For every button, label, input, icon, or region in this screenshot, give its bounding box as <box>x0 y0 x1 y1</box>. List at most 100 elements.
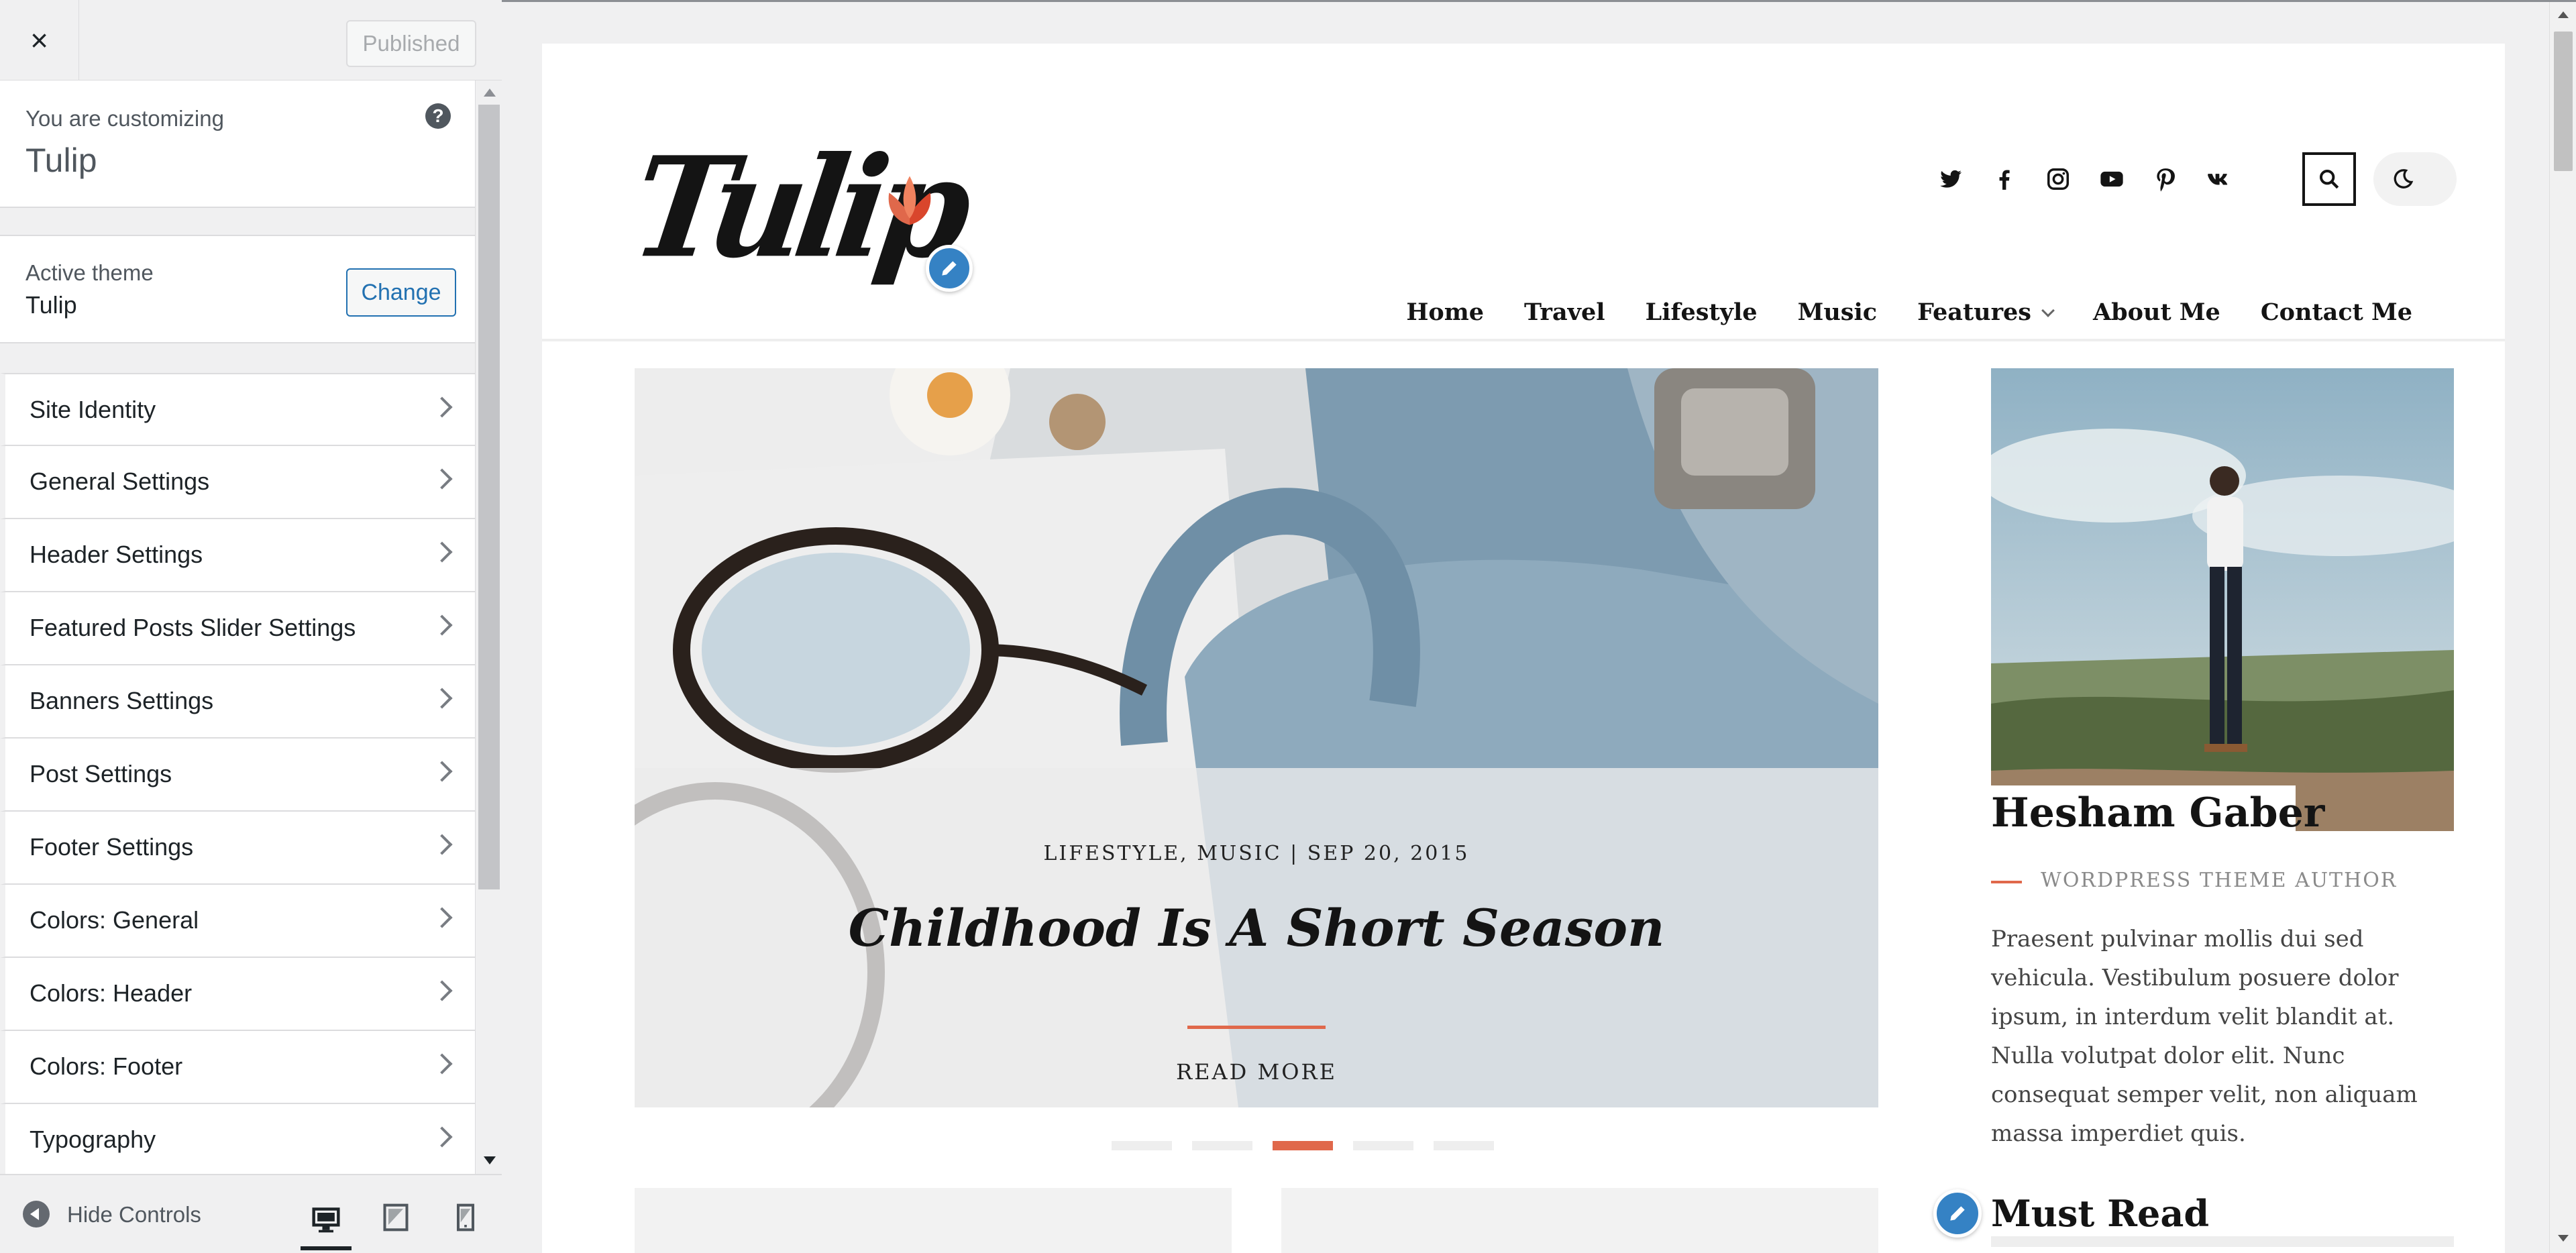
chevron-down-icon <box>2041 303 2055 317</box>
desktop-preview-button[interactable] <box>301 1194 352 1250</box>
nav-label: Lifestyle <box>1645 298 1758 326</box>
pencil-icon <box>942 261 957 276</box>
section-list: Site Identity General Settings Header Se… <box>0 373 475 1174</box>
author-role: WORDPRESS THEME AUTHOR <box>2041 869 2398 892</box>
scroll-up-arrow-icon[interactable] <box>2558 11 2569 18</box>
edit-logo-pencil-icon[interactable] <box>926 245 973 292</box>
section-general-settings[interactable]: General Settings <box>0 446 475 519</box>
facebook-icon[interactable] <box>1978 152 2031 206</box>
section-label: Featured Posts Slider Settings <box>30 614 356 641</box>
nav-label: Travel <box>1524 298 1605 326</box>
help-icon[interactable]: ? <box>425 103 451 129</box>
slider-dot-active[interactable] <box>1273 1141 1333 1150</box>
active-theme-box: Active theme Tulip Change <box>0 235 475 343</box>
main-navigation: Home Travel Lifestyle Music Features Abo… <box>1366 298 2412 326</box>
section-label: Colors: General <box>30 906 199 934</box>
section-label: Colors: Header <box>30 979 193 1007</box>
slider-dot[interactable] <box>1353 1141 1413 1150</box>
nav-label: About Me <box>2093 298 2220 326</box>
twitter-icon[interactable] <box>1924 152 1978 206</box>
section-site-identity[interactable]: Site Identity <box>0 373 475 446</box>
section-featured-slider-settings[interactable]: Featured Posts Slider Settings <box>0 592 475 665</box>
nav-item-about-me[interactable]: About Me <box>2093 298 2220 326</box>
slider-pagination <box>542 1141 1971 1150</box>
author-name: Hesham Gaber <box>1991 789 2325 836</box>
scrollbar-thumb[interactable] <box>2554 32 2573 171</box>
scrollbar-thumb[interactable] <box>478 105 500 889</box>
nav-item-features[interactable]: Features <box>1917 298 2055 326</box>
section-colors-footer[interactable]: Colors: Footer <box>0 1031 475 1104</box>
scroll-down-arrow-icon[interactable] <box>484 1156 496 1164</box>
chevron-right-icon <box>431 396 453 418</box>
read-more-link[interactable]: READ MORE <box>635 1059 1878 1085</box>
slider-dot[interactable] <box>1192 1141 1252 1150</box>
tablet-preview-button[interactable] <box>370 1194 421 1241</box>
preview-scrollbar[interactable] <box>2549 2 2576 1253</box>
social-links <box>1924 152 2246 206</box>
collapse-arrow-icon[interactable] <box>23 1201 50 1228</box>
nav-item-home[interactable]: Home <box>1406 298 1484 326</box>
section-colors-general[interactable]: Colors: General <box>0 885 475 958</box>
site-preview-frame: Tulip Home Travel Lifestyle Music Featur… <box>502 0 2576 1253</box>
section-label: Banners Settings <box>30 687 214 714</box>
author-bio: Praesent pulvinar mollis dui sed vehicul… <box>1991 926 2418 1147</box>
customizer-footer: Hide Controls <box>0 1174 502 1251</box>
vk-icon[interactable] <box>2192 152 2246 206</box>
nav-item-contact-me[interactable]: Contact Me <box>2261 298 2412 326</box>
slider-dot[interactable] <box>1112 1141 1172 1150</box>
customizing-label: You are customizing <box>25 106 224 131</box>
publish-button[interactable]: Published <box>346 20 476 67</box>
featured-slider[interactable]: LIFESTYLE, MUSIC | SEP 20, 2015 Childhoo… <box>635 368 1878 1107</box>
post-card[interactable] <box>635 1188 1232 1253</box>
change-theme-button[interactable]: Change <box>346 268 456 317</box>
mobile-icon <box>456 1203 475 1232</box>
nav-label: Home <box>1406 298 1485 326</box>
post-card[interactable] <box>1281 1188 1878 1253</box>
section-header-settings[interactable]: Header Settings <box>0 519 475 592</box>
nav-item-lifestyle[interactable]: Lifestyle <box>1646 298 1758 326</box>
close-customizer-button[interactable]: × <box>0 0 79 80</box>
chevron-right-icon <box>431 614 453 636</box>
search-icon <box>2319 169 2339 189</box>
chevron-right-icon <box>431 834 453 855</box>
section-label: Colors: Footer <box>30 1052 183 1080</box>
pinterest-icon[interactable] <box>2139 152 2192 206</box>
slide-meta: LIFESTYLE, MUSIC | SEP 20, 2015 <box>1043 842 1470 865</box>
nav-item-music[interactable]: Music <box>1798 298 1878 326</box>
section-footer-settings[interactable]: Footer Settings <box>0 812 475 885</box>
site-logo[interactable]: Tulip <box>623 111 972 289</box>
customizing-info: You are customizing Tulip ? <box>0 80 475 208</box>
slide-title[interactable]: Childhood Is A Short Season <box>635 898 1878 958</box>
header-divider <box>542 339 2505 341</box>
section-post-settings[interactable]: Post Settings <box>0 739 475 812</box>
nav-item-travel[interactable]: Travel <box>1524 298 1605 326</box>
section-typography[interactable]: Typography <box>0 1104 475 1174</box>
chevron-right-icon <box>431 688 453 709</box>
customizer-scrollbar[interactable] <box>475 80 502 1174</box>
author-accent-rule <box>1991 881 2022 883</box>
chevron-right-icon <box>431 761 453 782</box>
instagram-icon[interactable] <box>2031 152 2085 206</box>
slider-dot[interactable] <box>1434 1141 1494 1150</box>
must-read-title: Must Read <box>1991 1192 2210 1235</box>
author-photo <box>1991 368 2454 831</box>
chevron-right-icon <box>431 907 453 928</box>
chevron-right-icon <box>431 468 453 490</box>
section-colors-header[interactable]: Colors: Header <box>0 958 475 1031</box>
section-banners-settings[interactable]: Banners Settings <box>0 665 475 739</box>
edit-widget-pencil-icon[interactable] <box>1933 1189 1982 1238</box>
youtube-icon[interactable] <box>2085 152 2139 206</box>
mobile-preview-button[interactable] <box>440 1194 491 1241</box>
section-label: Site Identity <box>30 396 156 423</box>
desktop-icon <box>312 1207 340 1233</box>
site-preview: Tulip Home Travel Lifestyle Music Featur… <box>542 44 2505 1253</box>
search-button[interactable] <box>2302 152 2356 206</box>
hide-controls-button[interactable]: Hide Controls <box>67 1202 201 1228</box>
chevron-right-icon <box>431 1053 453 1075</box>
section-label: Typography <box>30 1126 156 1153</box>
customizer-header: × Published <box>0 0 502 80</box>
section-label: Footer Settings <box>30 833 194 861</box>
scroll-up-arrow-icon[interactable] <box>484 89 496 97</box>
dark-mode-toggle[interactable] <box>2373 152 2457 206</box>
scroll-down-arrow-icon[interactable] <box>2558 1235 2569 1242</box>
